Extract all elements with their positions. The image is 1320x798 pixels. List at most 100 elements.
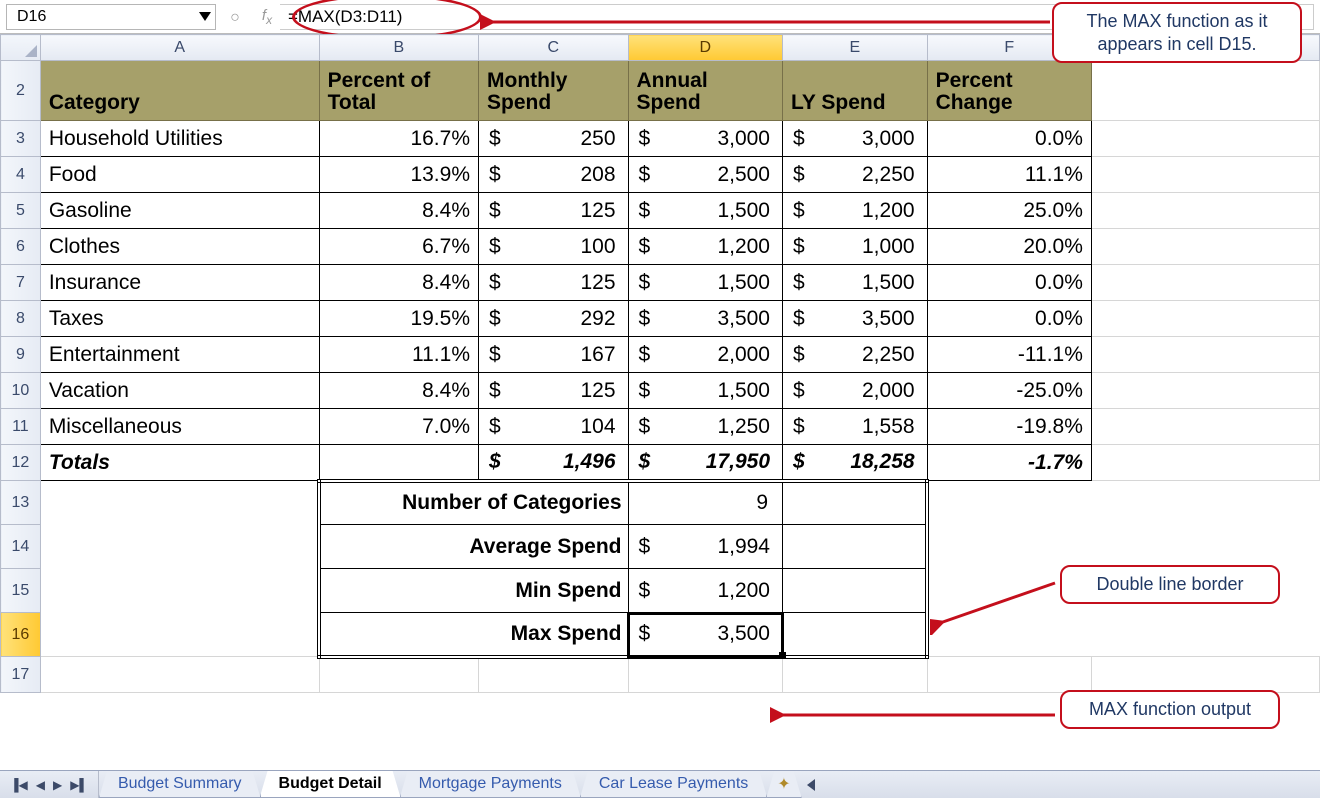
- cell-D13[interactable]: 9: [628, 481, 782, 525]
- row-header-5[interactable]: 5: [1, 193, 41, 229]
- row-header-10[interactable]: 10: [1, 373, 41, 409]
- new-sheet-tab[interactable]: ✦: [766, 771, 801, 798]
- cell-D3[interactable]: $3,000: [628, 121, 782, 157]
- cell-C5[interactable]: $125: [479, 193, 629, 229]
- cell-G3[interactable]: [1091, 121, 1319, 157]
- cell-F14[interactable]: [927, 525, 1091, 569]
- cell-A11[interactable]: Miscellaneous: [40, 409, 319, 445]
- cell-D11[interactable]: $1,250: [628, 409, 782, 445]
- cell-C6[interactable]: $100: [479, 229, 629, 265]
- cell-G12[interactable]: [1091, 445, 1319, 481]
- cell-D5[interactable]: $1,500: [628, 193, 782, 229]
- cell-D4[interactable]: $2,500: [628, 157, 782, 193]
- cell-D10[interactable]: $1,500: [628, 373, 782, 409]
- cell-D8[interactable]: $3,500: [628, 301, 782, 337]
- cell-B12[interactable]: [319, 445, 478, 481]
- cell-C8[interactable]: $292: [479, 301, 629, 337]
- cell-F8[interactable]: 0.0%: [927, 301, 1091, 337]
- cell-B6[interactable]: 6.7%: [319, 229, 478, 265]
- cell-A15[interactable]: [40, 569, 319, 613]
- cell-C4[interactable]: $208: [479, 157, 629, 193]
- row-header-16[interactable]: 16: [1, 613, 41, 657]
- cell-A9[interactable]: Entertainment: [40, 337, 319, 373]
- cell-G17[interactable]: [1091, 657, 1319, 693]
- name-box-dropdown-icon[interactable]: [199, 12, 211, 21]
- cell-A14[interactable]: [40, 525, 319, 569]
- cell-A10[interactable]: Vacation: [40, 373, 319, 409]
- cell-F16[interactable]: [927, 613, 1091, 657]
- select-all-corner[interactable]: [1, 35, 41, 61]
- cell-F3[interactable]: 0.0%: [927, 121, 1091, 157]
- cell-F6[interactable]: 20.0%: [927, 229, 1091, 265]
- cell-D2[interactable]: Annual Spend: [628, 61, 782, 121]
- cell-G8[interactable]: [1091, 301, 1319, 337]
- cell-C9[interactable]: $167: [479, 337, 629, 373]
- cell-E6[interactable]: $1,000: [783, 229, 928, 265]
- cell-G9[interactable]: [1091, 337, 1319, 373]
- cell-E3[interactable]: $3,000: [783, 121, 928, 157]
- cell-C2[interactable]: Monthly Spend: [479, 61, 629, 121]
- cell-A7[interactable]: Insurance: [40, 265, 319, 301]
- col-header-D[interactable]: D: [628, 35, 782, 61]
- cell-C3[interactable]: $250: [479, 121, 629, 157]
- cell-E15[interactable]: [783, 569, 928, 613]
- cell-G14[interactable]: [1091, 525, 1319, 569]
- tab-nav-next-icon[interactable]: ▶: [51, 778, 64, 792]
- row-header-15[interactable]: 15: [1, 569, 41, 613]
- col-header-C[interactable]: C: [479, 35, 629, 61]
- cell-A8[interactable]: Taxes: [40, 301, 319, 337]
- row-header-17[interactable]: 17: [1, 657, 41, 693]
- cell-D14[interactable]: $1,994: [628, 525, 782, 569]
- cell-G2[interactable]: [1091, 61, 1319, 121]
- row-header-12[interactable]: 12: [1, 445, 41, 481]
- cell-D6[interactable]: $1,200: [628, 229, 782, 265]
- cell-D12[interactable]: $17,950: [628, 445, 782, 481]
- cell-A6[interactable]: Clothes: [40, 229, 319, 265]
- cell-F2[interactable]: Percent Change: [927, 61, 1091, 121]
- horizontal-scrollbar[interactable]: [801, 771, 1320, 798]
- cell-D15[interactable]: $1,200: [628, 569, 782, 613]
- cell-C10[interactable]: $125: [479, 373, 629, 409]
- cell-G4[interactable]: [1091, 157, 1319, 193]
- col-header-B[interactable]: B: [319, 35, 478, 61]
- cell-E12[interactable]: $18,258: [783, 445, 928, 481]
- cell-A3[interactable]: Household Utilities: [40, 121, 319, 157]
- cell-D16[interactable]: $3,500: [628, 613, 782, 657]
- row-header-9[interactable]: 9: [1, 337, 41, 373]
- cell-F7[interactable]: 0.0%: [927, 265, 1091, 301]
- row-header-6[interactable]: 6: [1, 229, 41, 265]
- cell-D17[interactable]: [628, 657, 782, 693]
- cell-A4[interactable]: Food: [40, 157, 319, 193]
- cell-E2[interactable]: LY Spend: [783, 61, 928, 121]
- cell-C12[interactable]: $1,496: [479, 445, 629, 481]
- tab-nav-prev-icon[interactable]: ◀: [34, 778, 47, 792]
- cell-B10[interactable]: 8.4%: [319, 373, 478, 409]
- fx-button[interactable]: fx: [254, 4, 280, 30]
- name-box[interactable]: D16: [6, 4, 216, 30]
- cell-F9[interactable]: -11.1%: [927, 337, 1091, 373]
- sheet-tab-car-lease-payments[interactable]: Car Lease Payments: [580, 771, 767, 798]
- cell-A12[interactable]: Totals: [40, 445, 319, 481]
- cell-G13[interactable]: [1091, 481, 1319, 525]
- cell-E14[interactable]: [783, 525, 928, 569]
- sheet-tab-budget-detail[interactable]: Budget Detail: [260, 771, 401, 798]
- row-header-2[interactable]: 2: [1, 61, 41, 121]
- cell-B4[interactable]: 13.9%: [319, 157, 478, 193]
- cell-G16[interactable]: [1091, 613, 1319, 657]
- cell-E5[interactable]: $1,200: [783, 193, 928, 229]
- cell-A13[interactable]: [40, 481, 319, 525]
- cell-E8[interactable]: $3,500: [783, 301, 928, 337]
- sheet-tab-budget-summary[interactable]: Budget Summary: [99, 771, 261, 798]
- cell-F17[interactable]: [927, 657, 1091, 693]
- row-header-14[interactable]: 14: [1, 525, 41, 569]
- cell-BC16[interactable]: Max Spend: [319, 613, 628, 657]
- cell-D9[interactable]: $2,000: [628, 337, 782, 373]
- cell-F10[interactable]: -25.0%: [927, 373, 1091, 409]
- scroll-left-icon[interactable]: [807, 779, 815, 791]
- row-header-13[interactable]: 13: [1, 481, 41, 525]
- col-header-E[interactable]: E: [783, 35, 928, 61]
- cell-BC15[interactable]: Min Spend: [319, 569, 628, 613]
- cell-F13[interactable]: [927, 481, 1091, 525]
- col-header-A[interactable]: A: [40, 35, 319, 61]
- cell-G6[interactable]: [1091, 229, 1319, 265]
